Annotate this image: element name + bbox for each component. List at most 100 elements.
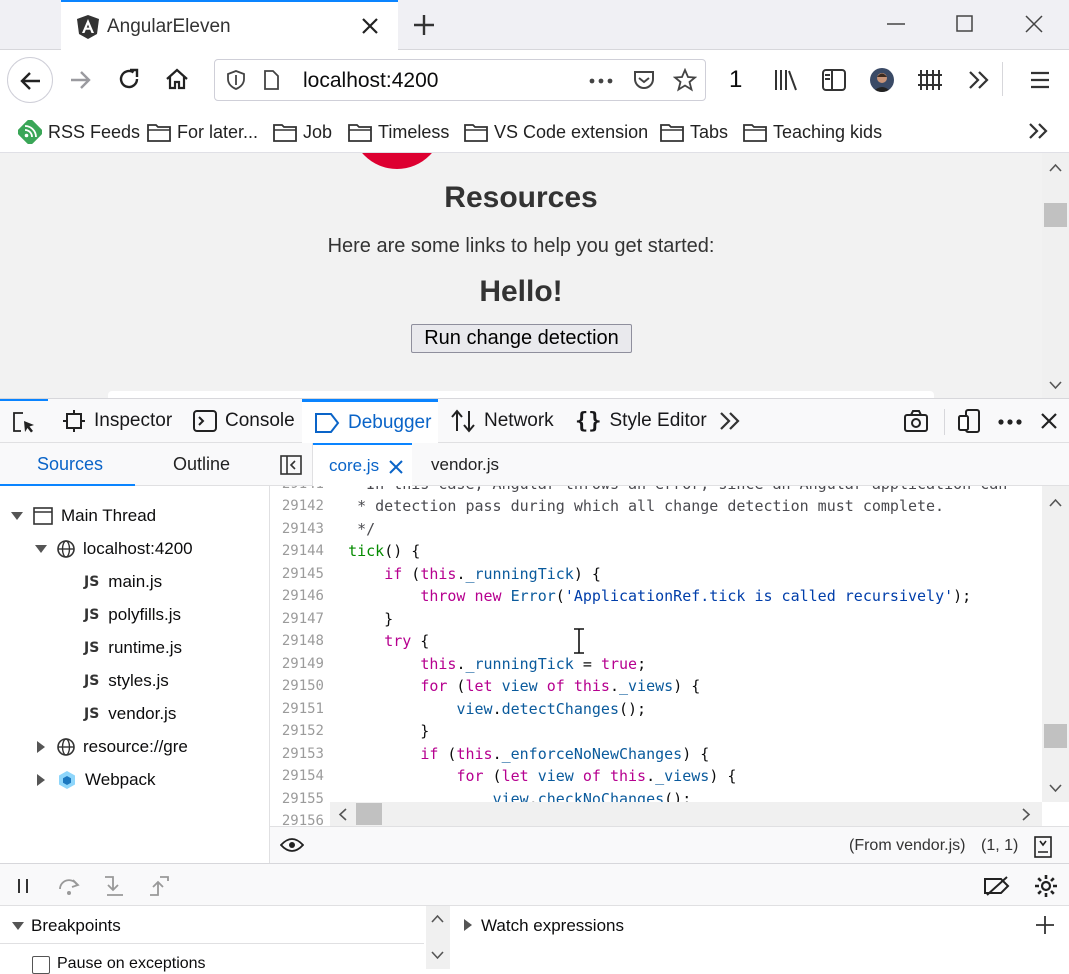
toggle-sources-pane-icon[interactable] xyxy=(280,455,302,475)
library-icon[interactable] xyxy=(774,69,798,91)
tab-outline[interactable]: Outline xyxy=(173,454,230,475)
pretty-print-icon[interactable] xyxy=(1034,836,1052,858)
step-over-icon[interactable] xyxy=(58,876,80,896)
add-watch-expression-icon[interactable] xyxy=(1035,915,1055,935)
watch-expressions-header[interactable]: Watch expressions xyxy=(451,906,1069,944)
code-vertical-scrollbar[interactable] xyxy=(1042,486,1069,802)
deactivate-breakpoints-icon[interactable] xyxy=(983,875,1011,897)
bookmark-folder-tabs[interactable]: Tabs xyxy=(660,120,728,144)
pause-on-exceptions-checkbox[interactable] xyxy=(32,956,50,974)
tree-file-vendor-js[interactable]: JS vendor.js xyxy=(84,699,176,729)
bookmark-folder-job[interactable]: Job xyxy=(273,120,332,144)
more-tabs-icon[interactable] xyxy=(719,411,741,431)
tab-network[interactable]: Network xyxy=(450,399,554,443)
code-scroll-thumb[interactable] xyxy=(1044,724,1067,748)
source-origin-text[interactable]: (From vendor.js) xyxy=(849,837,965,855)
tree-file-runtime-js[interactable]: JS runtime.js xyxy=(84,633,182,663)
step-out-icon[interactable] xyxy=(148,875,170,897)
code-line: this._runningTick = true; xyxy=(420,655,647,673)
cursor-position: (1, 1) xyxy=(981,837,1019,854)
code-line: view.checkNoChanges(); xyxy=(492,790,692,802)
bookmark-folder-timeless[interactable]: Timeless xyxy=(348,120,449,144)
editor-tab-core-js[interactable]: core.js xyxy=(313,443,412,486)
code-hscroll-thumb[interactable] xyxy=(356,803,382,825)
settings-gear-icon[interactable] xyxy=(1034,874,1058,898)
close-tab-icon[interactable] xyxy=(361,17,379,35)
page-scrollbar[interactable] xyxy=(1042,153,1069,398)
tab-debugger[interactable]: Debugger xyxy=(302,399,438,443)
tree-label: resource://gre xyxy=(83,737,188,756)
tree-file-polyfills-js[interactable]: JS polyfills.js xyxy=(84,600,181,630)
tree-file-main-js[interactable]: JS main.js xyxy=(84,567,162,597)
expanded-arrow-icon xyxy=(12,922,24,930)
line-number-gutter[interactable]: 29141 29142 29143 29144 29145 29146 2914… xyxy=(270,486,330,826)
close-devtools-icon[interactable] xyxy=(1040,412,1058,430)
close-window-icon[interactable] xyxy=(1024,14,1044,34)
sidebar-icon[interactable] xyxy=(822,69,846,91)
editor-tab-label: core.js xyxy=(329,456,380,475)
tab-label: Inspector xyxy=(94,410,173,431)
bookmark-folder-teaching-kids[interactable]: Teaching kids xyxy=(743,120,882,144)
pocket-icon[interactable] xyxy=(633,69,655,91)
url-bar[interactable]: localhost:4200 xyxy=(214,59,706,101)
page-info-icon[interactable] xyxy=(263,70,279,90)
element-picker-button[interactable] xyxy=(0,399,48,443)
tree-resource-gre[interactable]: resource://gre xyxy=(36,732,188,762)
tab-console[interactable]: Console xyxy=(193,399,295,443)
browser-tab[interactable]: AngularEleven xyxy=(61,0,398,50)
editor-tab-vendor-js[interactable]: vendor.js xyxy=(431,455,499,475)
navigation-toolbar: localhost:4200 1 xyxy=(0,50,1069,108)
step-in-icon[interactable] xyxy=(103,875,125,897)
breakpoints-scrollbar[interactable] xyxy=(426,906,450,969)
overflow-chevrons-icon[interactable] xyxy=(968,70,990,90)
new-tab-icon[interactable] xyxy=(412,13,436,37)
hamburger-menu-icon[interactable] xyxy=(1030,71,1050,89)
code-line: for (let view of this._views) { xyxy=(456,767,737,785)
bookmark-star-icon[interactable] xyxy=(673,68,697,92)
responsive-design-icon[interactable] xyxy=(958,409,980,433)
tree-main-thread[interactable]: Main Thread xyxy=(10,501,156,531)
close-icon[interactable] xyxy=(389,460,403,474)
tree-localhost[interactable]: localhost:4200 xyxy=(34,534,193,564)
tab-style-editor[interactable]: {} Style Editor xyxy=(575,399,707,443)
back-button[interactable] xyxy=(7,57,53,103)
bookmark-rss-feeds[interactable]: RSS Feeds xyxy=(18,120,140,144)
url-text[interactable]: localhost:4200 xyxy=(303,69,438,93)
pause-icon[interactable] xyxy=(16,878,30,894)
bookmark-label: Timeless xyxy=(378,121,450,142)
page-actions-icon[interactable] xyxy=(589,78,613,84)
bookmarks-overflow-icon[interactable] xyxy=(1028,122,1050,140)
bookmark-label: Tabs xyxy=(690,121,729,142)
account-avatar[interactable] xyxy=(870,68,894,92)
sources-panel: Sources Outline Main Thread localhost:42… xyxy=(0,443,270,863)
code-line: * detection pass during which all change… xyxy=(330,497,945,515)
breakpoints-header[interactable]: Breakpoints xyxy=(0,906,424,944)
bookmark-folder-for-later[interactable]: For later... xyxy=(147,120,258,144)
code-horizontal-scrollbar[interactable] xyxy=(330,802,1042,826)
maximize-icon[interactable] xyxy=(956,15,974,33)
code-editor[interactable]: In this case, Angular throws an error, s… xyxy=(330,486,1042,802)
minimize-icon[interactable] xyxy=(886,22,906,26)
line-number: 29142 xyxy=(281,498,324,514)
tab-sources[interactable]: Sources xyxy=(37,454,103,475)
eye-icon[interactable] xyxy=(280,837,304,853)
tree-webpack[interactable]: Webpack xyxy=(36,765,156,795)
webpack-icon xyxy=(59,771,75,789)
extension-icon[interactable] xyxy=(917,69,943,91)
bookmark-label: Teaching kids xyxy=(773,121,883,142)
run-change-detection-button[interactable]: Run change detection xyxy=(411,324,632,353)
tab-inspector[interactable]: Inspector xyxy=(62,399,172,443)
debugger-controls-bar xyxy=(0,863,1069,906)
home-icon[interactable] xyxy=(165,67,189,91)
page-scroll-thumb[interactable] xyxy=(1044,203,1067,227)
tree-file-styles-js[interactable]: JS styles.js xyxy=(84,666,169,696)
forward-icon[interactable] xyxy=(68,68,92,92)
devtools-menu-icon[interactable] xyxy=(998,419,1022,425)
tracking-protection-shield-icon[interactable] xyxy=(227,70,245,90)
screenshot-camera-icon[interactable] xyxy=(904,410,928,432)
bookmark-folder-vscode[interactable]: VS Code extension xyxy=(464,120,648,144)
reload-icon[interactable] xyxy=(117,67,141,91)
window-icon xyxy=(33,507,53,525)
downloads-count[interactable]: 1 xyxy=(729,66,742,94)
code-line: if (this._enforceNoNewChanges) { xyxy=(420,745,710,763)
